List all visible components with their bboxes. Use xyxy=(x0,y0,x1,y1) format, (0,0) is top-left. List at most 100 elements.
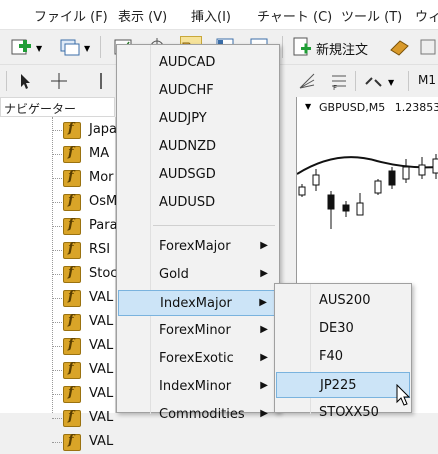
toolbar-separator xyxy=(100,36,101,58)
chart-title: GBPUSD,M5 1.23853 xyxy=(319,101,438,114)
indicator-icon xyxy=(63,193,81,211)
chevron-right-icon: ▶ xyxy=(259,297,267,308)
symbol-group-menu-item[interactable]: IndexMinor ▶ xyxy=(118,374,278,400)
symbol-menu-label: AUDJPY xyxy=(159,111,207,126)
menu-window[interactable]: ウィ xyxy=(415,6,438,25)
symbol-menu-item[interactable]: AUDJPY xyxy=(118,106,278,132)
new-order-button[interactable]: 新規注文 xyxy=(316,39,368,58)
index-symbol-menu-item[interactable]: AUS200 xyxy=(276,288,410,314)
toolbar-separator xyxy=(282,36,283,58)
symbol-group-label: IndexMajor xyxy=(160,296,232,311)
chevron-right-icon: ▶ xyxy=(260,408,268,419)
navigator-item-label: Para xyxy=(89,218,118,233)
indicator-icon xyxy=(63,145,81,163)
navigator-item[interactable]: VAL xyxy=(0,430,116,454)
menu-file[interactable]: ファイル (F) xyxy=(34,6,108,25)
menu-chart[interactable]: チャート (C) xyxy=(257,6,332,25)
indicator-icon xyxy=(63,361,81,379)
crosshair-tool-button[interactable] xyxy=(48,70,70,92)
symbol-menu-label: AUDCHF xyxy=(159,83,214,98)
navigator-item-label: Japa xyxy=(89,122,118,137)
tree-connector xyxy=(52,226,62,227)
candle xyxy=(356,202,364,216)
navigator-item[interactable]: MA xyxy=(0,142,116,166)
navigator-item[interactable]: VAL xyxy=(0,334,116,358)
symbol-menu-item[interactable]: AUDUSD xyxy=(118,190,278,216)
chevron-down-icon[interactable]: ▼ xyxy=(388,78,394,87)
index-symbol-menu-item[interactable]: JP225 xyxy=(276,372,410,398)
arrows-button[interactable] xyxy=(362,70,384,92)
candle xyxy=(388,170,396,186)
index-symbol-label: F40 xyxy=(319,349,344,364)
vertical-line-button[interactable] xyxy=(90,70,112,92)
navigator-item[interactable]: VAL xyxy=(0,286,116,310)
cursor-button[interactable] xyxy=(14,70,36,92)
autotrading-button[interactable] xyxy=(418,36,438,58)
navigator-item[interactable]: Mor xyxy=(0,166,116,190)
navigator-item[interactable]: OsM xyxy=(0,190,118,214)
symbol-group-menu-item[interactable]: ForexMajor ▶ xyxy=(118,234,278,260)
fibonacci-icon: F xyxy=(332,75,346,92)
meta-editor-button[interactable] xyxy=(388,36,410,58)
symbol-group-label: Gold xyxy=(159,267,189,282)
candle xyxy=(402,166,410,180)
navigator-item[interactable]: RSI xyxy=(0,238,116,262)
symbol-group-menu-item[interactable]: ForexMinor ▶ xyxy=(118,318,278,344)
indicator-icon xyxy=(63,289,81,307)
indicator-icon xyxy=(63,385,81,403)
symbol-group-menu-item[interactable]: Gold ▶ xyxy=(118,262,278,288)
symbol-group-menu-item[interactable]: ForexExotic ▶ xyxy=(118,346,278,372)
indicator-icon xyxy=(63,433,81,451)
chevron-down-icon[interactable]: ▼ xyxy=(305,102,311,111)
cursor-arrow-icon xyxy=(21,74,30,89)
toolbar-separator xyxy=(355,71,356,91)
symbol-menu-label: AUDUSD xyxy=(159,195,216,210)
navigator-item[interactable]: VAL xyxy=(0,358,116,382)
candle xyxy=(418,164,426,176)
menu-insert[interactable]: 挿入(I) xyxy=(191,6,231,25)
tree-connector xyxy=(52,178,62,179)
fibonacci-button[interactable]: F xyxy=(328,70,350,92)
menu-view[interactable]: 表示 (V) xyxy=(118,6,167,25)
profiles-button[interactable] xyxy=(58,36,80,58)
tree-connector xyxy=(52,154,62,155)
index-symbol-menu-item[interactable]: F40 xyxy=(276,344,410,370)
fibonacci-fan-button[interactable] xyxy=(296,70,318,92)
navigator-item[interactable]: Japa xyxy=(0,118,118,142)
symbol-menu-item[interactable]: AUDCHF xyxy=(118,78,278,104)
symbol-group-menu-item[interactable]: IndexMajor ▶ xyxy=(118,290,278,316)
navigator-item[interactable]: VAL xyxy=(0,382,116,406)
new-order-icon-button[interactable] xyxy=(290,36,312,58)
navigator-panel: Japa MA Mor OsM Para RSI Stoc VAL VAL VAL VAL VAL VA… xyxy=(0,117,118,451)
candle xyxy=(432,158,438,174)
navigator-item-label: VAL xyxy=(89,338,114,353)
menu-bar: ファイル (F) 表示 (V) 挿入(I) チャート (C) ツール (T) ウ… xyxy=(0,0,438,30)
navigator-item[interactable]: Para xyxy=(0,214,118,238)
symbol-menu-item[interactable]: AUDNZD xyxy=(118,134,278,160)
index-symbol-label: AUS200 xyxy=(319,293,371,308)
symbol-menu-item[interactable]: AUDSGD xyxy=(118,162,278,188)
new-chart-button[interactable] xyxy=(10,36,32,58)
navigator-header: ナビゲーター xyxy=(0,97,115,117)
chevron-down-icon[interactable]: ▼ xyxy=(36,44,42,53)
svg-text:F: F xyxy=(333,84,337,92)
index-symbol-menu-item[interactable]: STOXX50 xyxy=(276,400,410,426)
index-symbol-menu-item[interactable]: DE30 xyxy=(276,316,410,342)
chevron-down-icon[interactable]: ▼ xyxy=(84,44,90,53)
navigator-item[interactable]: Stoc xyxy=(0,262,117,286)
navigator-item-label: VAL xyxy=(89,362,114,377)
candle xyxy=(342,204,350,212)
symbol-menu-item[interactable]: AUDCAD xyxy=(118,50,278,76)
index-major-submenu: AUS200 DE30 F40 JP225 STOXX50 xyxy=(274,283,412,420)
symbol-group-menu-item[interactable]: Commodities ▶ xyxy=(118,402,278,428)
toolbar-separator xyxy=(408,71,409,91)
navigator-item-label: VAL xyxy=(89,410,114,425)
navigator-item[interactable]: VAL xyxy=(0,310,116,334)
chevron-right-icon: ▶ xyxy=(260,240,268,251)
navigator-item[interactable]: VAL xyxy=(0,406,116,430)
tree-connector xyxy=(52,274,62,275)
indicator-icon xyxy=(63,313,81,331)
timeframe-m1-button[interactable]: M1 xyxy=(418,73,436,87)
menu-tools[interactable]: ツール (T) xyxy=(341,6,402,25)
navigator-item-label: OsM xyxy=(89,194,118,209)
